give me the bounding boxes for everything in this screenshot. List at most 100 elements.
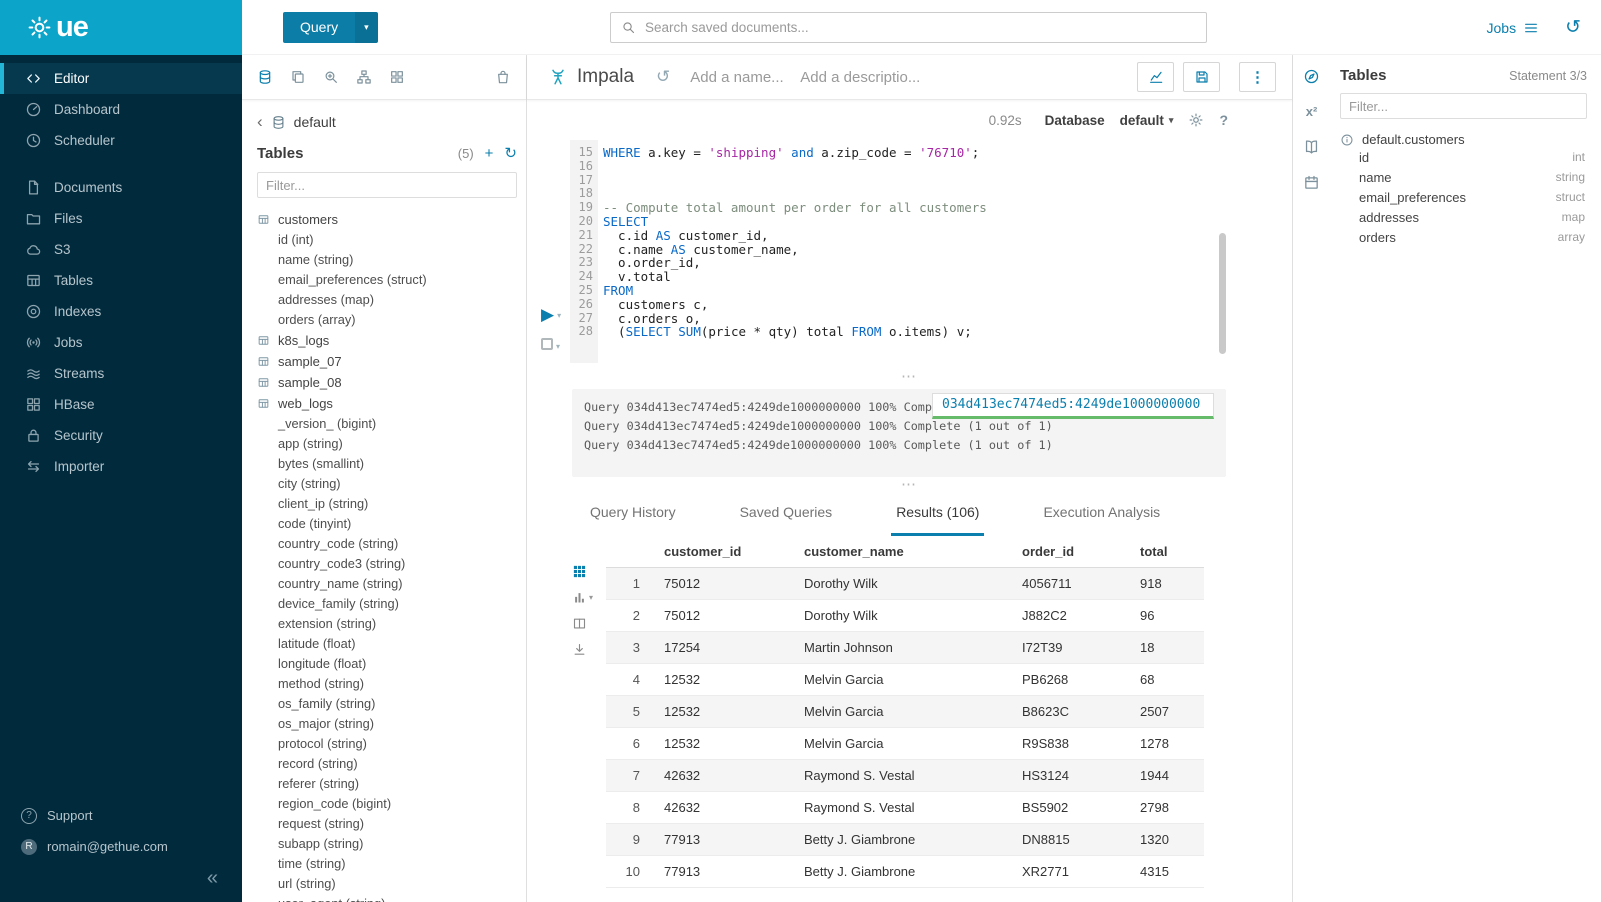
sidebar-item-editor[interactable]: Editor — [0, 63, 242, 94]
log-resize-handle[interactable]: ⋯ — [527, 477, 1292, 490]
new-query-button[interactable]: Query ▾ — [283, 12, 378, 43]
column-item[interactable]: _version_ (bigint) — [257, 414, 517, 434]
table-item-sample-07[interactable]: sample_07 — [257, 351, 517, 372]
table-item-k8s-logs[interactable]: k8s_logs — [257, 330, 517, 351]
right-assist-filter-input[interactable] — [1340, 93, 1587, 119]
table-item-web-logs[interactable]: web_logs — [257, 393, 517, 414]
result-row[interactable]: 1077913Betty J. GiambroneXR27714315 — [606, 856, 1204, 888]
result-row[interactable]: 612532Melvin GarciaR9S8381278 — [606, 728, 1204, 760]
code-editor[interactable]: 1516171819202122232425262728 WHERE a.key… — [527, 140, 1292, 363]
column-item[interactable]: device_family (string) — [257, 594, 517, 614]
column-item-id[interactable]: idint — [1340, 147, 1587, 167]
column-item[interactable]: referer (string) — [257, 774, 517, 794]
sidebar-item-importer[interactable]: Importer — [0, 451, 242, 482]
column-header[interactable]: order_id — [1010, 536, 1128, 568]
column-item[interactable]: subapp (string) — [257, 834, 517, 854]
grid-view-button[interactable] — [572, 564, 587, 579]
bag-icon[interactable] — [495, 69, 511, 85]
column-item[interactable]: protocol (string) — [257, 734, 517, 754]
sidebar-item-streams[interactable]: Streams — [0, 358, 242, 389]
query-dropdown-caret[interactable]: ▾ — [355, 12, 378, 43]
column-item[interactable]: id (int) — [257, 230, 517, 250]
back-chevron-icon[interactable]: ‹ — [257, 115, 263, 129]
sitemap-icon[interactable] — [356, 69, 372, 85]
active-table-row[interactable]: default.customers — [1340, 132, 1587, 147]
schedule-icon[interactable] — [1303, 174, 1320, 191]
column-item[interactable]: name (string) — [257, 250, 517, 270]
column-item[interactable]: orders (array) — [257, 310, 517, 330]
tab-execution-analysis[interactable]: Execution Analysis — [1038, 504, 1165, 536]
sidebar-item-tables[interactable]: Tables — [0, 265, 242, 296]
sidebar-item-dashboard[interactable]: Dashboard — [0, 94, 242, 125]
result-row[interactable]: 412532Melvin GarciaPB626868 — [606, 664, 1204, 696]
tab-results-106[interactable]: Results (106) — [891, 504, 984, 536]
column-item[interactable]: country_code3 (string) — [257, 554, 517, 574]
query-name-input[interactable] — [690, 69, 786, 86]
sidebar-collapse-button[interactable]: « — [207, 868, 218, 888]
help-button[interactable]: ? — [1219, 112, 1228, 128]
execute-button[interactable]: ▶ ▾ — [541, 306, 561, 323]
column-item[interactable]: record (string) — [257, 754, 517, 774]
sidebar-item-jobs[interactable]: Jobs — [0, 327, 242, 358]
column-item[interactable]: city (string) — [257, 474, 517, 494]
databases-source-icon[interactable] — [257, 69, 273, 85]
query-description-input[interactable] — [800, 69, 928, 86]
refresh-tables-button[interactable]: ↻ — [504, 146, 517, 161]
result-row[interactable]: 742632Raymond S. VestalHS31241944 — [606, 760, 1204, 792]
column-item[interactable]: os_major (string) — [257, 714, 517, 734]
more-actions-button[interactable]: ⋮ — [1239, 62, 1276, 92]
functions-icon[interactable]: x² — [1306, 104, 1318, 119]
column-item[interactable]: time (string) — [257, 854, 517, 874]
column-item[interactable]: latitude (float) — [257, 634, 517, 654]
statement-selector[interactable]: ▾ — [541, 337, 560, 351]
column-item[interactable]: bytes (smallint) — [257, 454, 517, 474]
save-button[interactable] — [1183, 62, 1220, 92]
jobs-link[interactable]: Jobs — [1487, 20, 1540, 36]
query-history-icon[interactable]: ↺ — [656, 67, 670, 87]
column-item[interactable]: region_code (bigint) — [257, 794, 517, 814]
result-row[interactable]: 842632Raymond S. VestalBS59022798 — [606, 792, 1204, 824]
support-link[interactable]: ? Support — [0, 800, 242, 831]
column-item[interactable]: url (string) — [257, 874, 517, 894]
column-header[interactable]: customer_name — [792, 536, 1010, 568]
docs-icon[interactable] — [1303, 138, 1320, 155]
column-item[interactable]: method (string) — [257, 674, 517, 694]
assistant-icon[interactable] — [1303, 68, 1320, 85]
editor-settings-button[interactable] — [1188, 112, 1204, 128]
column-item[interactable]: request (string) — [257, 814, 517, 834]
editor-resize-handle[interactable]: ⋯ — [527, 363, 1292, 389]
column-item[interactable]: extension (string) — [257, 614, 517, 634]
download-button[interactable] — [572, 642, 587, 657]
result-row[interactable]: 977913Betty J. GiambroneDN88151320 — [606, 824, 1204, 856]
column-item-addresses[interactable]: addressesmap — [1340, 207, 1587, 227]
search-plus-icon[interactable] — [323, 69, 339, 85]
code-lines[interactable]: WHERE a.key = 'shipping' and a.zip_code … — [598, 140, 1292, 363]
sidebar-item-security[interactable]: Security — [0, 420, 242, 451]
result-row[interactable]: 512532Melvin GarciaB8623C2507 — [606, 696, 1204, 728]
hue-logo[interactable]: ue — [0, 0, 242, 55]
database-name[interactable]: default — [294, 114, 336, 130]
result-row[interactable]: 175012Dorothy Wilk4056711918 — [606, 568, 1204, 600]
column-header[interactable]: customer_id — [652, 536, 792, 568]
column-item[interactable]: client_ip (string) — [257, 494, 517, 514]
column-item[interactable]: os_family (string) — [257, 694, 517, 714]
column-item-name[interactable]: namestring — [1340, 167, 1587, 187]
result-row[interactable]: 275012Dorothy WilkJ882C296 — [606, 600, 1204, 632]
code-scrollbar[interactable] — [1219, 233, 1226, 354]
chart-view-button[interactable]: ▾ — [572, 590, 593, 605]
column-item[interactable]: code (tinyint) — [257, 514, 517, 534]
column-item[interactable]: country_name (string) — [257, 574, 517, 594]
sidebar-item-files[interactable]: Files — [0, 203, 242, 234]
table-item-customers[interactable]: customers — [257, 209, 517, 230]
column-item[interactable]: addresses (map) — [257, 290, 517, 310]
documents-source-icon[interactable] — [290, 69, 306, 85]
user-account[interactable]: R romain@gethue.com — [0, 831, 242, 862]
column-item-orders[interactable]: ordersarray — [1340, 227, 1587, 247]
history-button[interactable]: ↺ — [1565, 18, 1581, 37]
sidebar-item-hbase[interactable]: HBase — [0, 389, 242, 420]
search-input[interactable] — [645, 20, 1196, 35]
column-item[interactable]: country_code (string) — [257, 534, 517, 554]
column-item[interactable]: longitude (float) — [257, 654, 517, 674]
database-select[interactable]: default ▾ — [1120, 113, 1174, 128]
tab-query-history[interactable]: Query History — [585, 504, 681, 536]
